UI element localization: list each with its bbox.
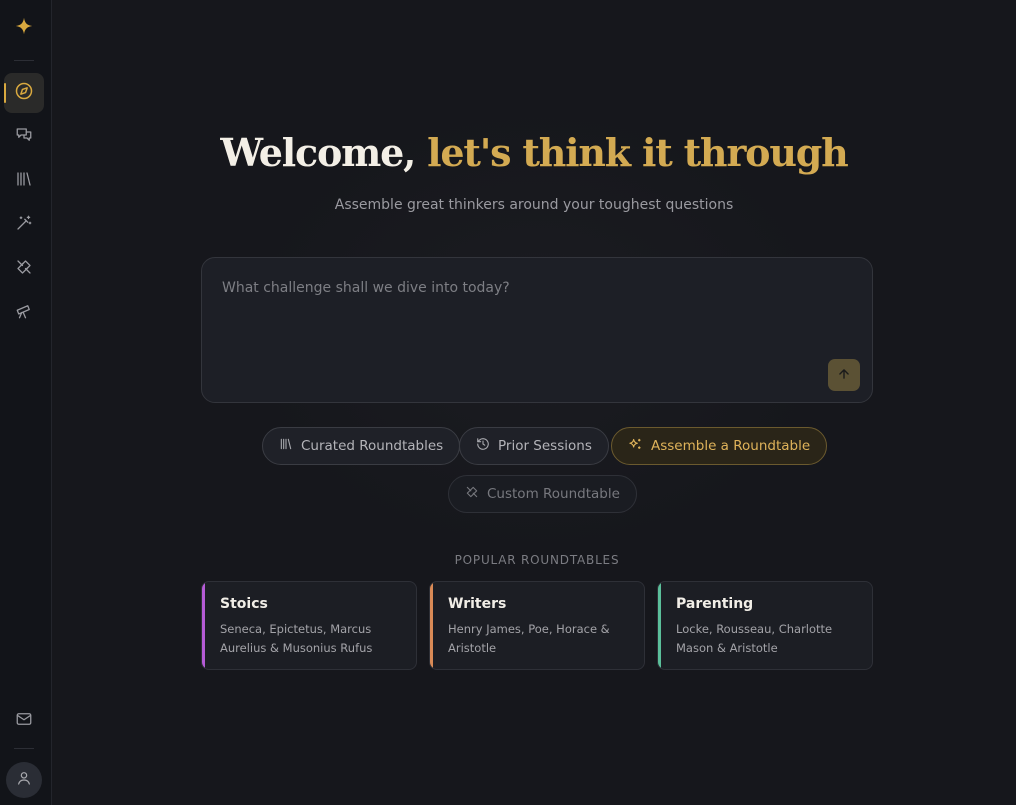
sidebar-item-discover[interactable] — [4, 293, 44, 333]
sidebar-item-library[interactable] — [4, 161, 44, 201]
roundtable-card-stoics[interactable]: Stoics Seneca, Epictetus, Marcus Aureliu… — [201, 581, 417, 670]
roundtable-card-writers[interactable]: Writers Henry James, Poe, Horace & Arist… — [429, 581, 645, 670]
title-accent: let's think it through — [427, 130, 849, 175]
user-icon — [16, 770, 32, 790]
prior-label: Prior Sessions — [498, 438, 592, 454]
sparkles-icon — [628, 437, 643, 456]
mail-icon — [15, 710, 33, 732]
sidebar-item-messages[interactable] — [4, 701, 44, 741]
card-title: Writers — [448, 596, 507, 612]
sidebar-item-explore[interactable] — [4, 73, 44, 113]
page-subtitle: Assemble great thinkers around your toug… — [334, 197, 734, 213]
app-window: Welcome, let's think it through Assemble… — [0, 0, 1016, 805]
card-accent-bar — [658, 582, 661, 669]
main-content: Welcome, let's think it through Assemble… — [52, 0, 1016, 805]
prompt-box — [201, 257, 873, 403]
card-accent-bar — [202, 582, 205, 669]
assemble-label: Assemble a Roundtable — [651, 438, 811, 454]
curated-label: Curated Roundtables — [301, 438, 444, 454]
compass-icon — [15, 82, 33, 104]
curated-roundtables-button[interactable]: Curated Roundtables — [262, 427, 461, 465]
sidebar-item-create[interactable] — [4, 205, 44, 245]
magic-wand-icon — [15, 214, 33, 236]
send-button[interactable] — [828, 359, 860, 391]
custom-label: Custom Roundtable — [487, 486, 620, 502]
sidebar-item-chats[interactable] — [4, 117, 44, 157]
arrow-up-icon — [837, 366, 851, 385]
custom-roundtable-button[interactable]: Custom Roundtable — [448, 475, 637, 513]
title-main: Welcome, — [220, 130, 416, 175]
page-title: Welcome, let's think it through — [52, 130, 1016, 175]
telescope-icon — [15, 302, 33, 324]
prompt-input[interactable] — [222, 276, 842, 300]
avatar[interactable] — [6, 762, 42, 798]
prior-sessions-button[interactable]: Prior Sessions — [459, 427, 609, 465]
card-accent-bar — [430, 582, 433, 669]
card-description: Seneca, Epictetus, Marcus Aurelius & Mus… — [220, 622, 373, 655]
history-icon — [476, 437, 490, 455]
card-description: Locke, Rousseau, Charlotte Mason & Arist… — [676, 622, 833, 655]
popular-roundtables-heading: POPULAR ROUNDTABLES — [454, 553, 620, 567]
card-title: Parenting — [676, 596, 754, 612]
tools-icon — [15, 258, 33, 280]
sparkle-icon[interactable] — [12, 14, 36, 38]
sidebar-divider — [14, 60, 34, 61]
sidebar-divider — [14, 748, 34, 749]
library-icon — [15, 170, 33, 192]
tools-icon — [465, 485, 479, 503]
sidebar-item-tools[interactable] — [4, 249, 44, 289]
library-icon — [279, 437, 293, 455]
roundtable-card-parenting[interactable]: Parenting Locke, Rousseau, Charlotte Mas… — [657, 581, 873, 670]
sidebar — [0, 0, 52, 805]
assemble-roundtable-button[interactable]: Assemble a Roundtable — [611, 427, 828, 465]
chat-bubbles-icon — [15, 126, 33, 148]
card-title: Stoics — [220, 596, 268, 612]
card-description: Henry James, Poe, Horace & Aristotle — [448, 622, 610, 655]
